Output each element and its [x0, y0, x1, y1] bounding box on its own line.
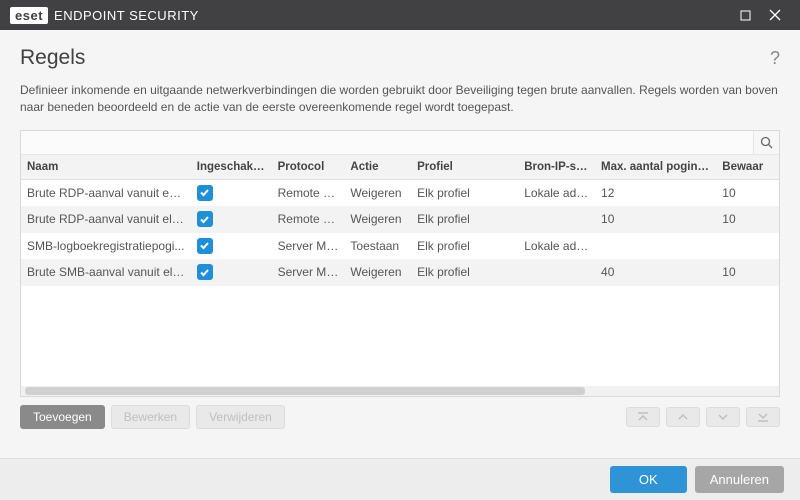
- col-header-profile[interactable]: Profiel: [411, 155, 518, 180]
- col-header-retention[interactable]: Bewaar: [716, 155, 779, 180]
- rules-table-container: Naam Ingeschakeld Protocol Actie Profiel…: [20, 130, 780, 397]
- checkbox-checked[interactable]: [197, 264, 213, 280]
- search-button[interactable]: [753, 131, 779, 154]
- col-header-action[interactable]: Actie: [344, 155, 411, 180]
- col-header-maxattempts[interactable]: Max. aantal pogingen: [595, 155, 716, 180]
- help-button[interactable]: ?: [770, 48, 780, 69]
- cell-retention: 10: [716, 206, 779, 233]
- cell-action: Weigeren: [344, 179, 411, 206]
- delete-button[interactable]: Verwijderen: [196, 405, 285, 429]
- horizontal-scrollbar[interactable]: [21, 386, 779, 396]
- table-row[interactable]: Brute RDP-aanval vanuit een... Remote D..…: [21, 179, 779, 206]
- table-row[interactable]: Brute RDP-aanval vanuit elk ... Remote D.…: [21, 206, 779, 233]
- cell-profile: Elk profiel: [411, 206, 518, 233]
- cell-ipsets: [518, 206, 595, 233]
- cell-ipsets: Lokale adre...: [518, 179, 595, 206]
- check-icon: [199, 214, 210, 225]
- add-button[interactable]: Toevoegen: [20, 405, 105, 429]
- cell-name: SMB-logboekregistratiepogi...: [21, 233, 191, 260]
- cell-action: Toestaan: [344, 233, 411, 260]
- move-bottom-button[interactable]: [746, 407, 780, 427]
- content-area: Regels ? Definieer inkomende en uitgaand…: [0, 30, 800, 429]
- search-icon: [760, 136, 773, 149]
- cell-profile: Elk profiel: [411, 259, 518, 286]
- check-icon: [199, 267, 210, 278]
- cell-max: 40: [595, 259, 716, 286]
- page-description: Definieer inkomende en uitgaande netwerk…: [20, 82, 780, 116]
- move-down-button[interactable]: [706, 407, 740, 427]
- cell-enabled: [191, 259, 272, 286]
- table-header-row: Naam Ingeschakeld Protocol Actie Profiel…: [21, 155, 779, 180]
- cell-name: Brute RDP-aanval vanuit een...: [21, 179, 191, 206]
- col-header-ipsets[interactable]: Bron-IP-sets: [518, 155, 595, 180]
- cell-protocol: Server Me...: [272, 259, 345, 286]
- table-row[interactable]: SMB-logboekregistratiepogi... Server Me..…: [21, 233, 779, 260]
- col-header-protocol[interactable]: Protocol: [272, 155, 345, 180]
- cell-protocol: Server Me...: [272, 233, 345, 260]
- cell-action: Weigeren: [344, 206, 411, 233]
- action-row: Toevoegen Bewerken Verwijderen: [20, 405, 780, 429]
- move-top-icon: [637, 411, 649, 423]
- brand-product-name: ENDPOINT SECURITY: [54, 8, 199, 23]
- cell-retention: 10: [716, 179, 779, 206]
- cell-action: Weigeren: [344, 259, 411, 286]
- move-top-button[interactable]: [626, 407, 660, 427]
- cell-enabled: [191, 206, 272, 233]
- table-empty-space: [21, 286, 779, 386]
- checkbox-checked[interactable]: [197, 185, 213, 201]
- cell-name: Brute RDP-aanval vanuit elk ...: [21, 206, 191, 233]
- cell-enabled: [191, 179, 272, 206]
- search-input[interactable]: [21, 131, 753, 154]
- cancel-button[interactable]: Annuleren: [695, 466, 784, 493]
- check-icon: [199, 187, 210, 198]
- cell-protocol: Remote D...: [272, 206, 345, 233]
- cell-protocol: Remote D...: [272, 179, 345, 206]
- cell-ipsets: [518, 259, 595, 286]
- move-bottom-icon: [757, 411, 769, 423]
- cell-enabled: [191, 233, 272, 260]
- cell-max: 12: [595, 179, 716, 206]
- cell-ipsets: Lokale adre...: [518, 233, 595, 260]
- close-icon: [769, 9, 781, 21]
- cell-name: Brute SMB-aanval vanuit elk...: [21, 259, 191, 286]
- col-header-enabled[interactable]: Ingeschakeld: [191, 155, 272, 180]
- col-header-name[interactable]: Naam: [21, 155, 191, 180]
- cell-profile: Elk profiel: [411, 179, 518, 206]
- help-icon: ?: [770, 48, 780, 68]
- page-title: Regels: [20, 46, 85, 70]
- edit-button[interactable]: Bewerken: [111, 405, 190, 429]
- cell-retention: 10: [716, 259, 779, 286]
- checkbox-checked[interactable]: [197, 211, 213, 227]
- cell-max: [595, 233, 716, 260]
- cell-max: 10: [595, 206, 716, 233]
- chevron-down-icon: [717, 411, 729, 423]
- ok-button[interactable]: OK: [610, 466, 687, 493]
- window-minimize-button[interactable]: [730, 0, 760, 30]
- cell-profile: Elk profiel: [411, 233, 518, 260]
- dialog-footer: OK Annuleren: [0, 458, 800, 500]
- table-row[interactable]: Brute SMB-aanval vanuit elk... Server Me.…: [21, 259, 779, 286]
- brand: eset ENDPOINT SECURITY: [10, 8, 199, 23]
- window-close-button[interactable]: [760, 0, 790, 30]
- check-icon: [199, 240, 210, 251]
- brand-eset-badge: eset: [10, 7, 48, 24]
- rules-table: Naam Ingeschakeld Protocol Actie Profiel…: [21, 155, 779, 286]
- cell-retention: [716, 233, 779, 260]
- search-row: [21, 131, 779, 155]
- chevron-up-icon: [677, 411, 689, 423]
- titlebar: eset ENDPOINT SECURITY: [0, 0, 800, 30]
- move-up-button[interactable]: [666, 407, 700, 427]
- square-icon: [740, 10, 751, 21]
- checkbox-checked[interactable]: [197, 238, 213, 254]
- scrollbar-thumb[interactable]: [25, 387, 585, 395]
